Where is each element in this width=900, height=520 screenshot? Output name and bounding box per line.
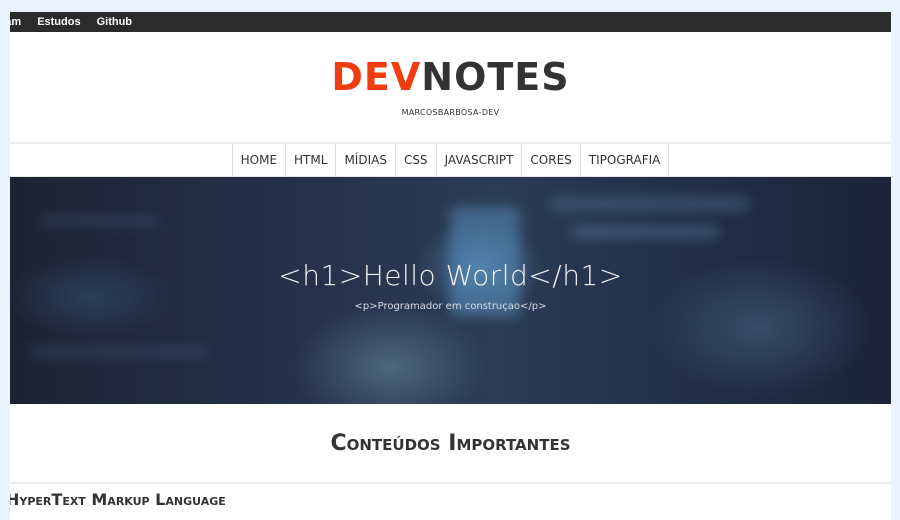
hero-bg-shape	[30, 347, 210, 357]
top-bar: ram Estudos Github	[10, 12, 891, 32]
site-header: DEVNOTES MARCOSBARBOSA-DEV	[10, 32, 891, 144]
topbar-link-estudos[interactable]: Estudos	[37, 16, 80, 28]
browser-page: ram Estudos Github DEVNOTES MARCOSBARBOS…	[10, 12, 891, 520]
nav-item-home[interactable]: HOME	[231, 144, 285, 176]
nav-item-html[interactable]: HTML	[285, 144, 335, 176]
hero-subtitle: <p>Programador em construçao</p>	[354, 301, 547, 312]
hero-bg-shape	[570, 227, 720, 237]
logo-notes: NOTES	[421, 55, 570, 99]
nav-item-midias[interactable]: MÍDIAS	[335, 144, 395, 176]
hero-bg-shape	[550, 197, 750, 211]
hero-title: <h1>Hello World</h1>	[278, 259, 623, 292]
topbar-link-github[interactable]: Github	[97, 16, 132, 28]
main-nav: HOME HTML MÍDIAS CSS JAVASCRIPT CORES TI…	[10, 144, 891, 177]
nav-item-tipografia[interactable]: TIPOGRAFIA	[579, 144, 670, 176]
site-logo[interactable]: DEVNOTES	[10, 58, 891, 96]
hero-banner: <h1>Hello World</h1> <p>Programador em c…	[10, 177, 891, 404]
section-title: Conteúdos Importantes	[10, 404, 891, 484]
logo-dev: DEV	[331, 55, 422, 99]
nav-item-cores[interactable]: CORES	[521, 144, 579, 176]
topbar-link-instagram[interactable]: ram	[10, 16, 21, 28]
nav-item-css[interactable]: CSS	[394, 144, 436, 176]
subsection-heading: HyperText Markup Language	[10, 489, 226, 509]
site-subtitle: MARCOSBARBOSA-DEV	[401, 108, 500, 117]
hero-bg-shape	[40, 217, 160, 225]
nav-item-javascript[interactable]: JAVASCRIPT	[435, 144, 522, 176]
